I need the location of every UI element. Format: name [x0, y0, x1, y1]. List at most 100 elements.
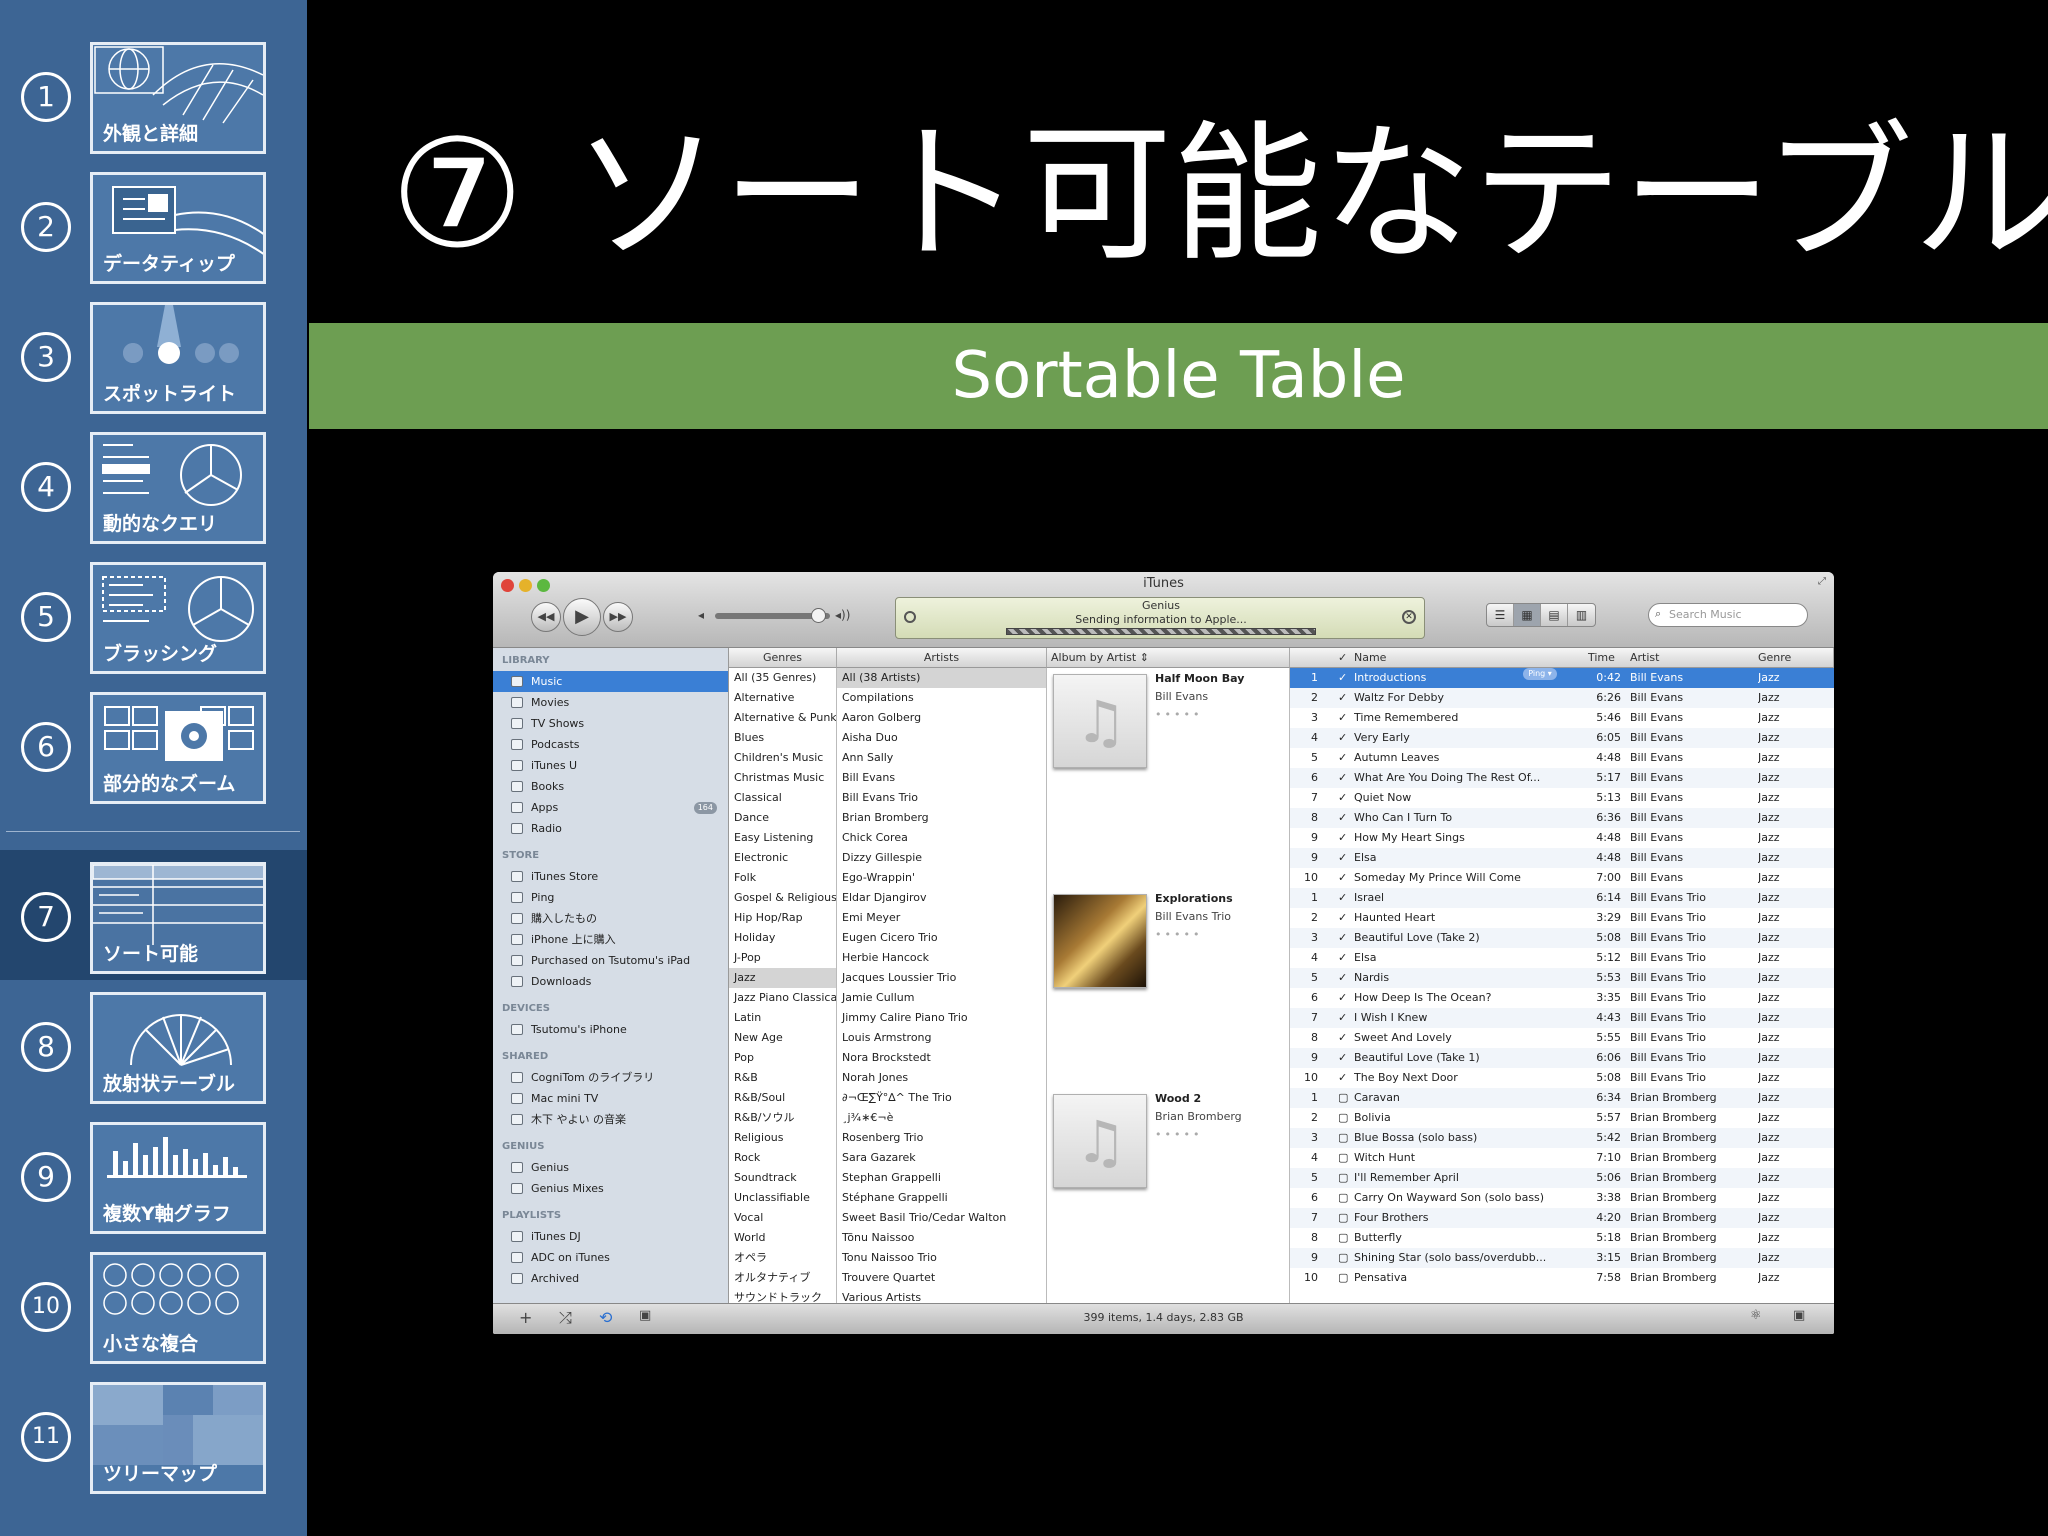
sidebar-item[interactable]: TV Shows — [493, 713, 728, 734]
track-checkbox[interactable]: ▢ — [1338, 1268, 1348, 1288]
track-row[interactable]: 6 ✓ What Are You Doing The Rest Of... 5:17 B… — [1290, 768, 1834, 788]
track-checkbox[interactable]: ✓ — [1338, 1028, 1348, 1048]
sidebar-item[interactable]: CogniTom のライブラリ — [493, 1067, 728, 1088]
track-row[interactable]: 7 ✓ I Wish I Knew 4:43 Bill Evans Trio Jazz — [1290, 1008, 1834, 1028]
genre-item[interactable]: Christmas Music — [729, 768, 836, 788]
genre-item[interactable]: Vocal — [729, 1208, 836, 1228]
track-row[interactable]: 8 ✓ Who Can I Turn To 6:36 Bill Evans Jazz — [1290, 808, 1834, 828]
genre-item[interactable]: Dance — [729, 808, 836, 828]
sidebar-item[interactable]: iTunes U — [493, 755, 728, 776]
next-track-icon[interactable]: ▶▶ — [603, 602, 633, 632]
artist-item[interactable]: Aisha Duo — [837, 728, 1046, 748]
genre-item[interactable]: Easy Listening — [729, 828, 836, 848]
artist-item[interactable]: Jimmy Calire Piano Trio — [837, 1008, 1046, 1028]
sidebar-item[interactable]: 購入したもの — [493, 908, 728, 929]
genre-item[interactable]: Folk — [729, 868, 836, 888]
track-row[interactable]: 3 ✓ Beautiful Love (Take 2) 5:08 Bill Evans … — [1290, 928, 1834, 948]
genre-item[interactable]: Unclassifiable — [729, 1188, 836, 1208]
artist-column-header[interactable]: Artist — [1630, 648, 1659, 668]
sidebar-item[interactable]: iTunes Store — [493, 866, 728, 887]
track-checkbox[interactable]: ✓ — [1338, 768, 1348, 788]
artist-item[interactable]: Dizzy Gillespie — [837, 848, 1046, 868]
artist-item[interactable]: Compilations — [837, 688, 1046, 708]
track-row[interactable]: 2 ▢ Bolivia 5:57 Brian Bromberg Jazz — [1290, 1108, 1834, 1128]
sidebar-item[interactable]: Ping — [493, 887, 728, 908]
artist-item[interactable]: Eldar Djangirov — [837, 888, 1046, 908]
artist-item[interactable]: Eugen Cicero Trio — [837, 928, 1046, 948]
artist-item[interactable]: Ego-Wrappin' — [837, 868, 1046, 888]
track-checkbox[interactable]: ▢ — [1338, 1168, 1348, 1188]
track-checkbox[interactable]: ✓ — [1338, 788, 1348, 808]
track-row[interactable]: 2 ✓ Waltz For Debby 6:26 Bill Evans Jazz — [1290, 688, 1834, 708]
artist-item[interactable]: Trouvere Quartet — [837, 1268, 1046, 1288]
nav-item-2[interactable]: 2 データティップ — [0, 166, 307, 288]
list-view-icon[interactable]: ☰ — [1487, 604, 1514, 626]
volume-slider[interactable] — [715, 608, 830, 623]
sidebar-item[interactable]: Genius Mixes — [493, 1178, 728, 1199]
search-input[interactable]: Search Music — [1648, 603, 1808, 627]
track-checkbox[interactable]: ✓ — [1338, 1048, 1348, 1068]
sidebar-item[interactable]: Downloads — [493, 971, 728, 992]
track-checkbox[interactable]: ✓ — [1338, 1068, 1348, 1088]
track-checkbox[interactable]: ✓ — [1338, 868, 1348, 888]
artist-item[interactable]: Bill Evans Trio — [837, 788, 1046, 808]
track-row[interactable]: 10 ✓ Someday My Prince Will Come 7:00 Bill E… — [1290, 868, 1834, 888]
rating-dots[interactable]: ••••• — [1155, 928, 1202, 941]
track-checkbox[interactable]: ▢ — [1338, 1088, 1348, 1108]
sidebar-item[interactable]: Podcasts — [493, 734, 728, 755]
track-row[interactable]: 2 ✓ Haunted Heart 3:29 Bill Evans Trio Jazz — [1290, 908, 1834, 928]
genre-column-header[interactable]: Genre — [1758, 648, 1791, 668]
cancel-icon[interactable]: ✕ — [1402, 610, 1416, 624]
genre-item[interactable]: Holiday — [729, 928, 836, 948]
sidebar-item[interactable]: Purchased on Tsutomu's iPad — [493, 950, 728, 971]
track-checkbox[interactable]: ✓ — [1338, 968, 1348, 988]
artist-item[interactable]: ∂¬Œ∑Ÿ°∆^ The Trio — [837, 1088, 1046, 1108]
artist-item[interactable]: Sweet Basil Trio/Cedar Walton — [837, 1208, 1046, 1228]
track-row[interactable]: 10 ✓ The Boy Next Door 5:08 Bill Evans Trio J… — [1290, 1068, 1834, 1088]
track-row[interactable]: 1 ✓ Israel 6:14 Bill Evans Trio Jazz — [1290, 888, 1834, 908]
grid-view-icon[interactable]: ▤ — [1541, 604, 1568, 626]
artist-item[interactable]: Brian Bromberg — [837, 808, 1046, 828]
sidebar-item[interactable]: iPhone 上に購入 — [493, 929, 728, 950]
artist-item[interactable]: Tonu Naissoo Trio — [837, 1248, 1046, 1268]
genre-item[interactable]: R&B/Soul — [729, 1088, 836, 1108]
genre-item[interactable]: サウンドトラック — [729, 1288, 836, 1303]
track-checkbox[interactable]: ▢ — [1338, 1228, 1348, 1248]
sidebar-item[interactable]: 木下 やよい の音楽 — [493, 1109, 728, 1130]
track-checkbox[interactable]: ▢ — [1338, 1108, 1348, 1128]
artist-item[interactable]: Nora Brockstedt — [837, 1048, 1046, 1068]
sidebar-item[interactable]: Apps 164 — [493, 797, 728, 818]
nav-item-4[interactable]: 4 動的なクエリ — [0, 426, 307, 548]
track-row[interactable]: 9 ✓ How My Heart Sings 4:48 Bill Evans Jazz — [1290, 828, 1834, 848]
sidebar-item[interactable]: iTunes DJ — [493, 1226, 728, 1247]
genre-item[interactable]: Gospel & Religious — [729, 888, 836, 908]
track-row[interactable]: 9 ✓ Beautiful Love (Take 1) 6:06 Bill Evans … — [1290, 1048, 1834, 1068]
track-checkbox[interactable]: ▢ — [1338, 1188, 1348, 1208]
nav-item-11[interactable]: 11 ツリーマップ — [0, 1376, 307, 1498]
track-row[interactable]: 4 ✓ Elsa 5:12 Bill Evans Trio Jazz — [1290, 948, 1834, 968]
track-checkbox[interactable]: ✓ — [1338, 908, 1348, 928]
artist-item[interactable]: Emi Meyer — [837, 908, 1046, 928]
miniplayer-icon[interactable]: ▣ — [1793, 1308, 1805, 1323]
artist-item[interactable]: Ann Sally — [837, 748, 1046, 768]
genius-sidebar-icon[interactable]: ⚛ — [1750, 1308, 1762, 1323]
sidebar-item[interactable]: Genius — [493, 1157, 728, 1178]
artist-item[interactable]: Stéphane Grappelli — [837, 1188, 1046, 1208]
genre-item[interactable]: New Age — [729, 1028, 836, 1048]
track-row[interactable]: 7 ✓ Quiet Now 5:13 Bill Evans Jazz — [1290, 788, 1834, 808]
track-row[interactable]: 9 ✓ Elsa 4:48 Bill Evans Jazz — [1290, 848, 1834, 868]
genre-item[interactable]: Jazz Piano Classical — [729, 988, 836, 1008]
sidebar-item[interactable]: Music — [493, 671, 728, 692]
artist-item[interactable]: Chick Corea — [837, 828, 1046, 848]
artist-item[interactable]: Jamie Cullum — [837, 988, 1046, 1008]
track-checkbox[interactable]: ✓ — [1338, 1008, 1348, 1028]
resize-icon[interactable]: ⤢ — [1818, 576, 1826, 587]
track-checkbox[interactable]: ✓ — [1338, 668, 1348, 688]
artist-item[interactable]: Jacques Loussier Trio — [837, 968, 1046, 988]
nav-item-6[interactable]: 6 部分的なズーム — [0, 686, 307, 808]
artist-item[interactable]: Sara Gazarek — [837, 1148, 1046, 1168]
genre-item[interactable]: Pop — [729, 1048, 836, 1068]
name-column-header[interactable]: Name — [1354, 648, 1386, 668]
track-checkbox[interactable]: ✓ — [1338, 928, 1348, 948]
genre-item[interactable]: Children's Music — [729, 748, 836, 768]
